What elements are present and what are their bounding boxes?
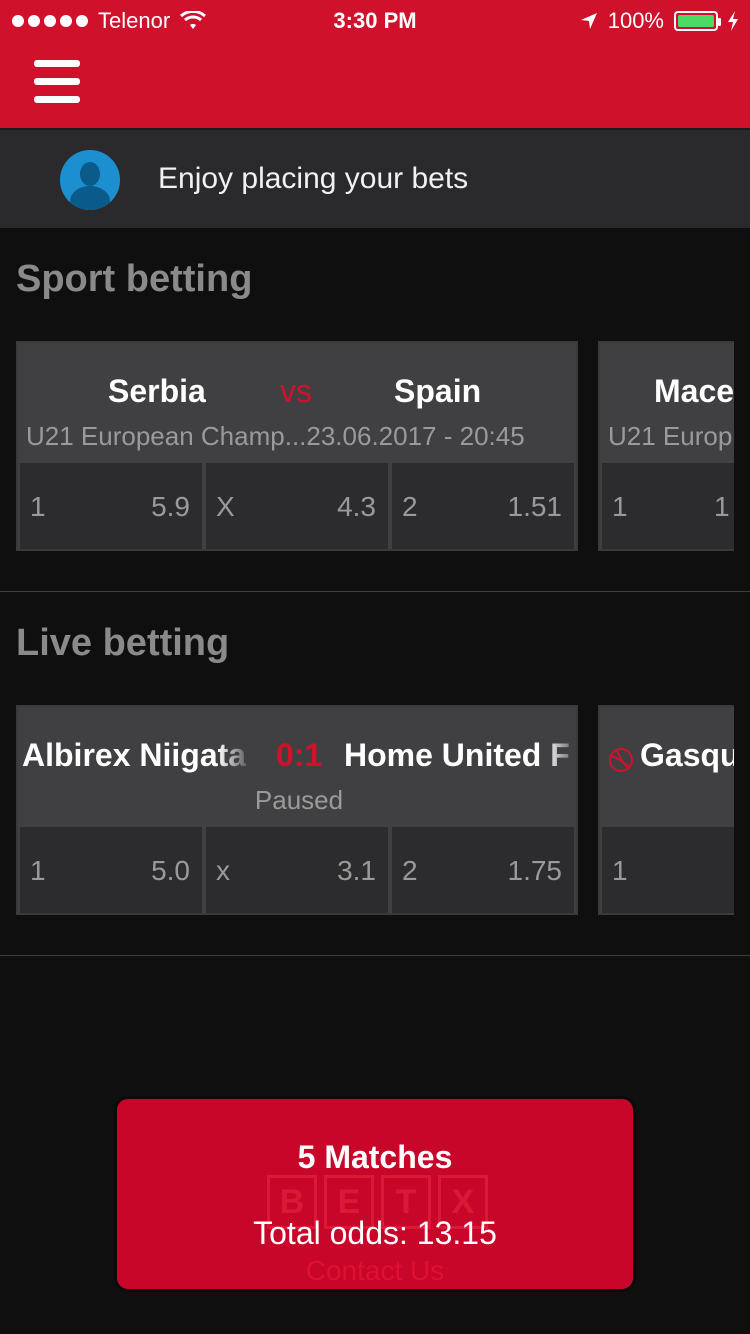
match-info: U21 European Champ...23.06.2017 - 20:45 [26, 421, 525, 451]
odds-label: 1 [30, 491, 46, 522]
person-icon [80, 162, 100, 186]
odds-button-x[interactable]: X 4.3 [206, 463, 388, 549]
matches-count: 5 Matches [297, 1139, 453, 1175]
match-status: Paused [254, 785, 344, 815]
battery-percent: 100% [607, 8, 664, 33]
odds-label: 2 [402, 855, 418, 886]
odds-row: 1 1 [602, 463, 734, 549]
live-match-card-partial[interactable]: Gasqu 1 [598, 705, 734, 915]
charging-icon [728, 11, 738, 31]
sport-match-card[interactable]: Serbia vs Spain U21 European Champ...23.… [16, 341, 578, 551]
odds-label: 1 [30, 855, 46, 886]
user-avatar[interactable] [60, 150, 120, 210]
odds-label: 1 [612, 855, 628, 886]
odds-label: X [216, 491, 235, 522]
odds-row: 1 5.9 X 4.3 2 1.51 [20, 463, 574, 549]
home-team: Mace [654, 373, 734, 409]
contact-us-watermark: Contact Us [305, 1255, 445, 1286]
menu-button[interactable] [34, 60, 80, 106]
section-divider [0, 591, 750, 592]
odds-value: 1 [714, 491, 730, 522]
menu-icon-bar [34, 96, 80, 103]
welcome-strip: Enjoy placing your bets [0, 128, 750, 228]
bet-slip-button[interactable]: B E T X Contact Us 5 Matches Total odds:… [114, 1096, 636, 1292]
odds-value: 4.3 [337, 491, 376, 522]
live-score: 0:1 [276, 737, 323, 773]
odds-row: 1 5.0 x 3.1 2 1.75 [20, 827, 574, 913]
battery-icon [674, 11, 721, 31]
odds-value: 5.0 [151, 855, 190, 886]
person-icon-body [70, 186, 110, 210]
odds-value: 5.9 [151, 491, 190, 522]
odds-button-2[interactable]: 2 1.51 [392, 463, 574, 549]
odds-button-1[interactable]: 1 1 [602, 463, 734, 549]
menu-icon-bar [34, 78, 80, 85]
sport-betting-title: Sport betting [16, 258, 253, 300]
away-team: Spain [394, 373, 482, 409]
live-match-card[interactable]: Albirex Niigata 0:1 Home United F Paused… [16, 705, 578, 915]
location-arrow-icon [580, 13, 597, 29]
home-team: Gasqu [640, 737, 734, 773]
odds-label: x [216, 855, 230, 886]
odds-button-1[interactable]: 1 [602, 827, 734, 913]
odds-button-1[interactable]: 1 5.9 [20, 463, 202, 549]
odds-label: 1 [612, 491, 628, 522]
status-right: 100% [580, 8, 738, 34]
odds-value: 1.75 [507, 855, 563, 886]
home-team: Serbia [108, 373, 206, 409]
status-bar: Telenor 3:30 PM 100% [0, 0, 750, 40]
total-odds: Total odds: 13.15 [253, 1215, 497, 1251]
menu-icon-bar [34, 60, 80, 67]
odds-label: 2 [402, 491, 418, 522]
section-divider [0, 955, 750, 956]
odds-value: 3.1 [337, 855, 376, 886]
odds-value: 1.51 [507, 491, 563, 522]
vs-label: vs [280, 373, 312, 409]
welcome-text: Enjoy placing your bets [158, 162, 469, 195]
live-betting-title: Live betting [16, 622, 230, 664]
top-bar: Telenor 3:30 PM 100% [0, 0, 750, 128]
sport-match-card-partial[interactable]: Mace U21 Europ 1 1 [598, 341, 734, 551]
odds-row: 1 [602, 827, 734, 913]
away-team: Home United F [344, 737, 576, 774]
odds-button-1[interactable]: 1 5.0 [20, 827, 202, 913]
home-team: Albirex Niigata [22, 737, 252, 774]
odds-button-x[interactable]: x 3.1 [206, 827, 388, 913]
match-info: U21 Europ [608, 421, 733, 451]
tennis-ball-icon [609, 748, 633, 772]
odds-button-2[interactable]: 2 1.75 [392, 827, 574, 913]
